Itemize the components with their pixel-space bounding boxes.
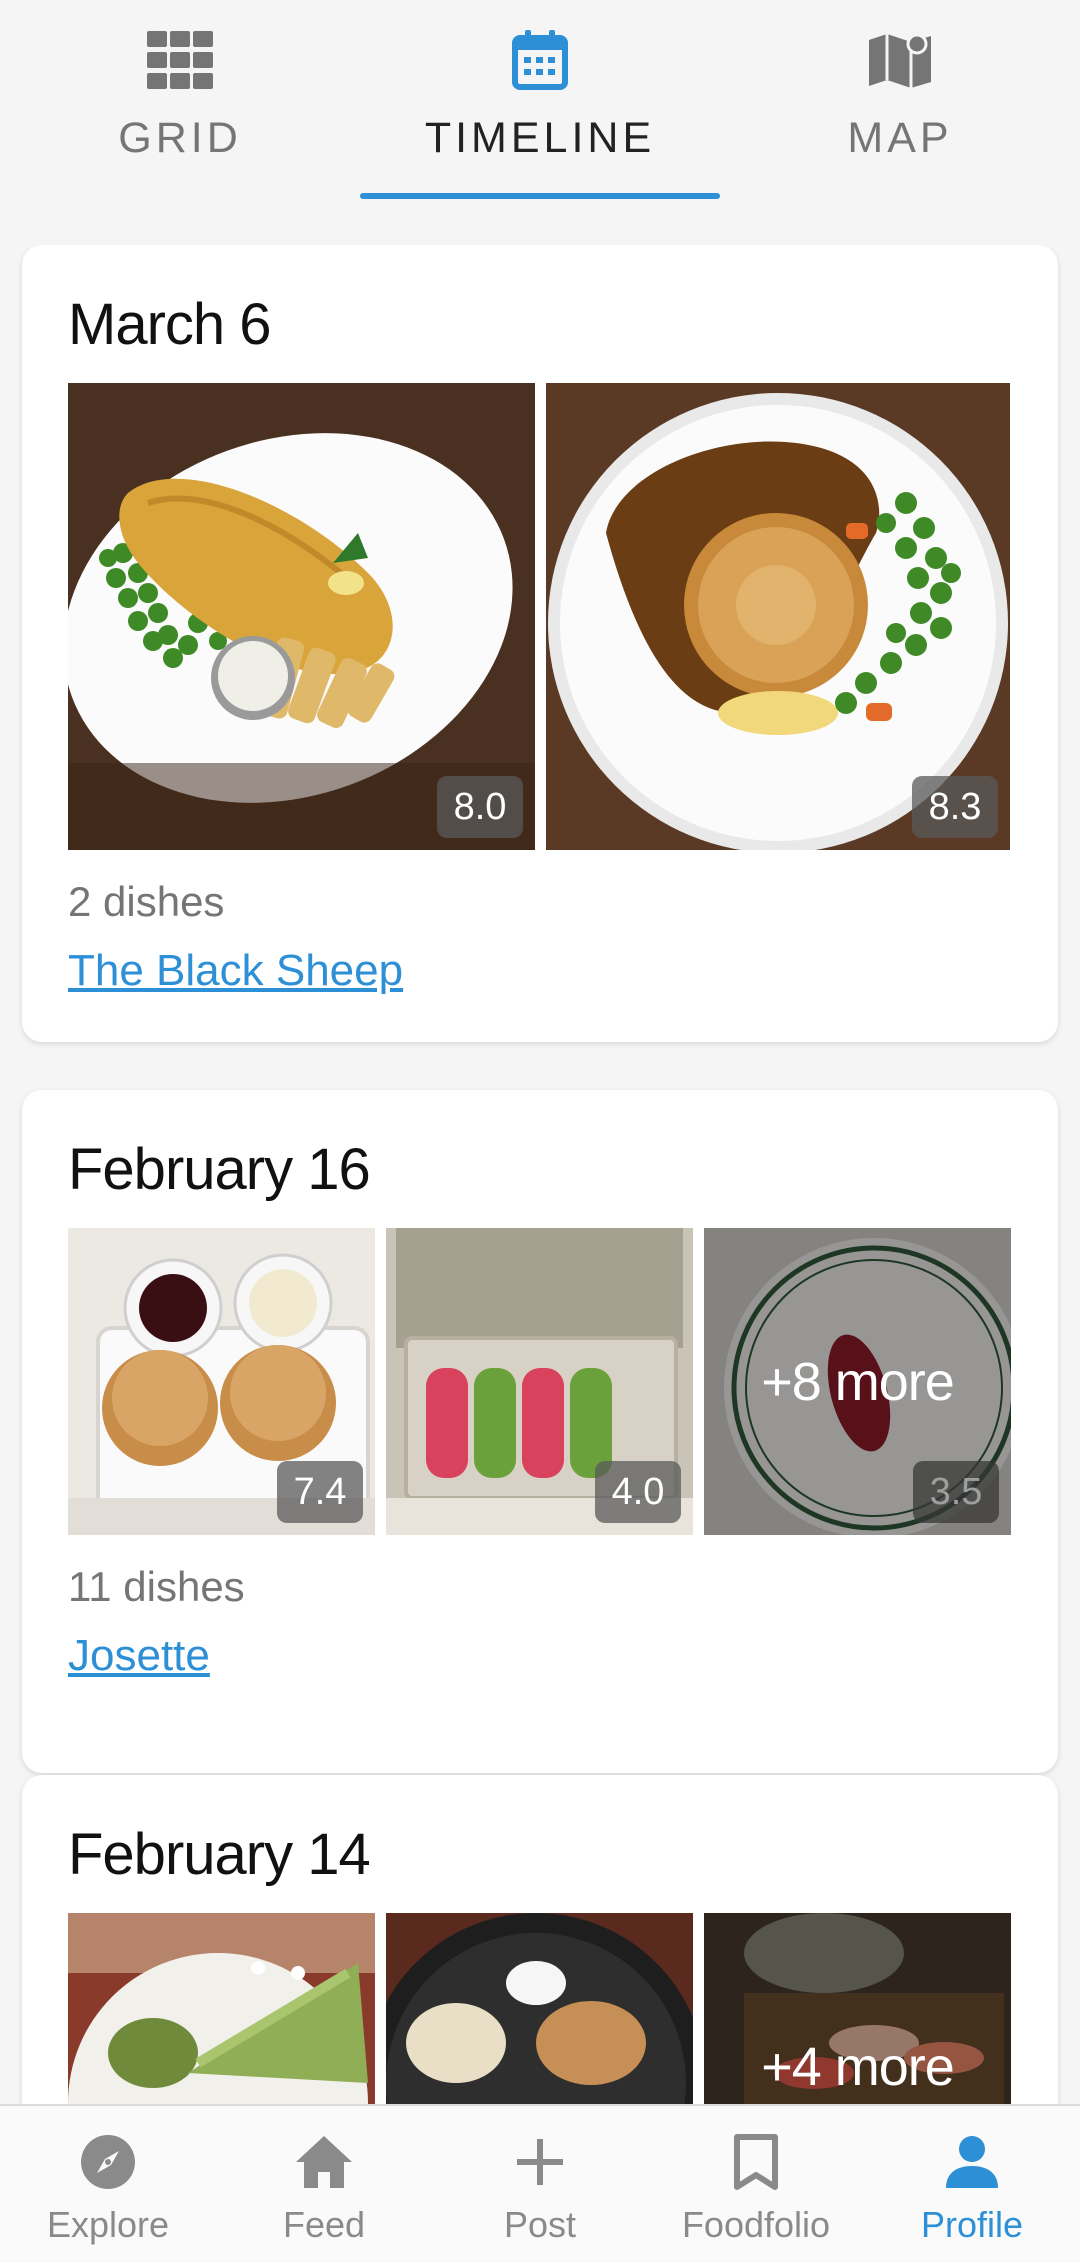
nav-label: Feed (282, 2204, 366, 2245)
more-photos-overlay: +8 more (704, 1228, 1011, 1535)
card-date: February 16 (68, 1137, 371, 1202)
photo-row: 8.0 8.3 (68, 383, 1012, 850)
dish-photo-scones[interactable]: 7.4 (68, 1228, 375, 1535)
dish-rating: 8.0 (437, 776, 523, 838)
person-icon (939, 2132, 1005, 2192)
timeline-card: March 6 8.0 8.3 2 dishes The Black Sheep (22, 245, 1058, 1042)
tab-label: TIMELINE (424, 114, 656, 162)
nav-post[interactable]: Post (432, 2106, 648, 2263)
nav-label: Explore (46, 2204, 170, 2245)
timeline-feed[interactable]: March 6 8.0 8.3 2 dishes The Black Sheep… (0, 245, 1080, 2105)
dish-photo-matcha-cake[interactable] (68, 1913, 375, 2105)
dish-rating: 4.0 (595, 1461, 681, 1523)
matcha-cake-image (68, 1913, 375, 2105)
dish-photo-sushi[interactable]: +4 more (704, 1913, 1011, 2105)
restaurant-link[interactable]: The Black Sheep (68, 942, 403, 1000)
home-icon (291, 2132, 357, 2192)
dish-photo-dessert-pan[interactable] (386, 1913, 693, 2105)
calendar-icon (505, 28, 575, 92)
tab-label: GRID (118, 114, 242, 162)
view-tabs: GRID TIMELINE MAP (0, 0, 1080, 205)
dish-photo-fish-and-chips[interactable]: 8.0 (68, 383, 535, 850)
dish-rating: 8.3 (912, 776, 998, 838)
tab-timeline[interactable]: TIMELINE (360, 0, 720, 205)
nav-label: Profile (920, 2204, 1024, 2245)
nav-explore[interactable]: Explore (0, 2106, 216, 2263)
plus-icon (507, 2132, 573, 2192)
map-icon (865, 28, 935, 92)
bookmark-icon (723, 2132, 789, 2192)
tab-map[interactable]: MAP (720, 0, 1080, 205)
tab-grid[interactable]: GRID (0, 0, 360, 205)
photo-row: +4 more (68, 1913, 1012, 2105)
tab-label: MAP (847, 114, 953, 162)
dish-count: 11 dishes (68, 1563, 245, 1610)
dish-rating: 7.4 (277, 1461, 363, 1523)
restaurant-link[interactable]: Josette (68, 1627, 210, 1685)
nav-label: Foodfolio (681, 2204, 831, 2245)
card-date: February 14 (68, 1822, 371, 1887)
dessert-pan-image (386, 1913, 693, 2105)
timeline-card: February 14 +4 more (22, 1775, 1058, 2105)
nav-feed[interactable]: Feed (216, 2106, 432, 2263)
timeline-card: February 16 7.4 4.0 3.5 +8 more 11 dishe… (22, 1090, 1058, 1773)
nav-profile[interactable]: Profile (864, 2106, 1080, 2263)
dish-photo-meat-pie[interactable]: 8.3 (546, 383, 1010, 850)
card-date: March 6 (68, 292, 272, 357)
dish-photo-tuna-plate[interactable]: 3.5 +8 more (704, 1228, 1011, 1535)
more-photos-overlay: +4 more (704, 1913, 1011, 2105)
photo-row: 7.4 4.0 3.5 +8 more (68, 1228, 1012, 1535)
dish-photo-macarons[interactable]: 4.0 (386, 1228, 693, 1535)
timeline-screen: GRID TIMELINE MAP March 6 8.0 8.3 2 dish… (0, 0, 1080, 2263)
tab-active-indicator (360, 193, 720, 199)
dish-count: 2 dishes (68, 878, 225, 925)
compass-icon (75, 2132, 141, 2192)
grid-icon (145, 28, 215, 92)
bottom-navigation: Explore Feed Post Foodfolio Profile (0, 2104, 1080, 2263)
nav-foodfolio[interactable]: Foodfolio (648, 2106, 864, 2263)
nav-label: Post (503, 2204, 577, 2245)
